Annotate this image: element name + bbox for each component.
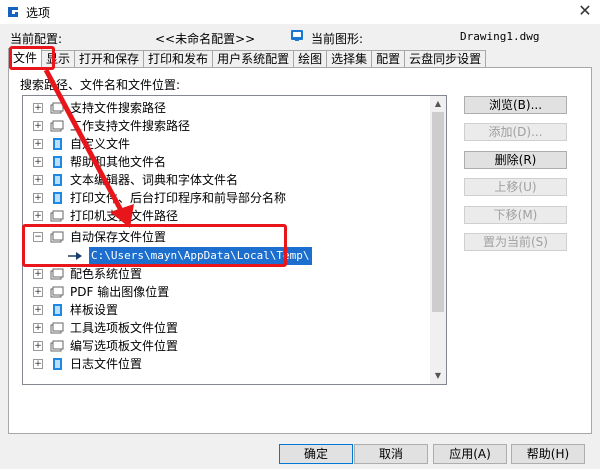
annotation-arrow-icon bbox=[43, 68, 134, 228]
